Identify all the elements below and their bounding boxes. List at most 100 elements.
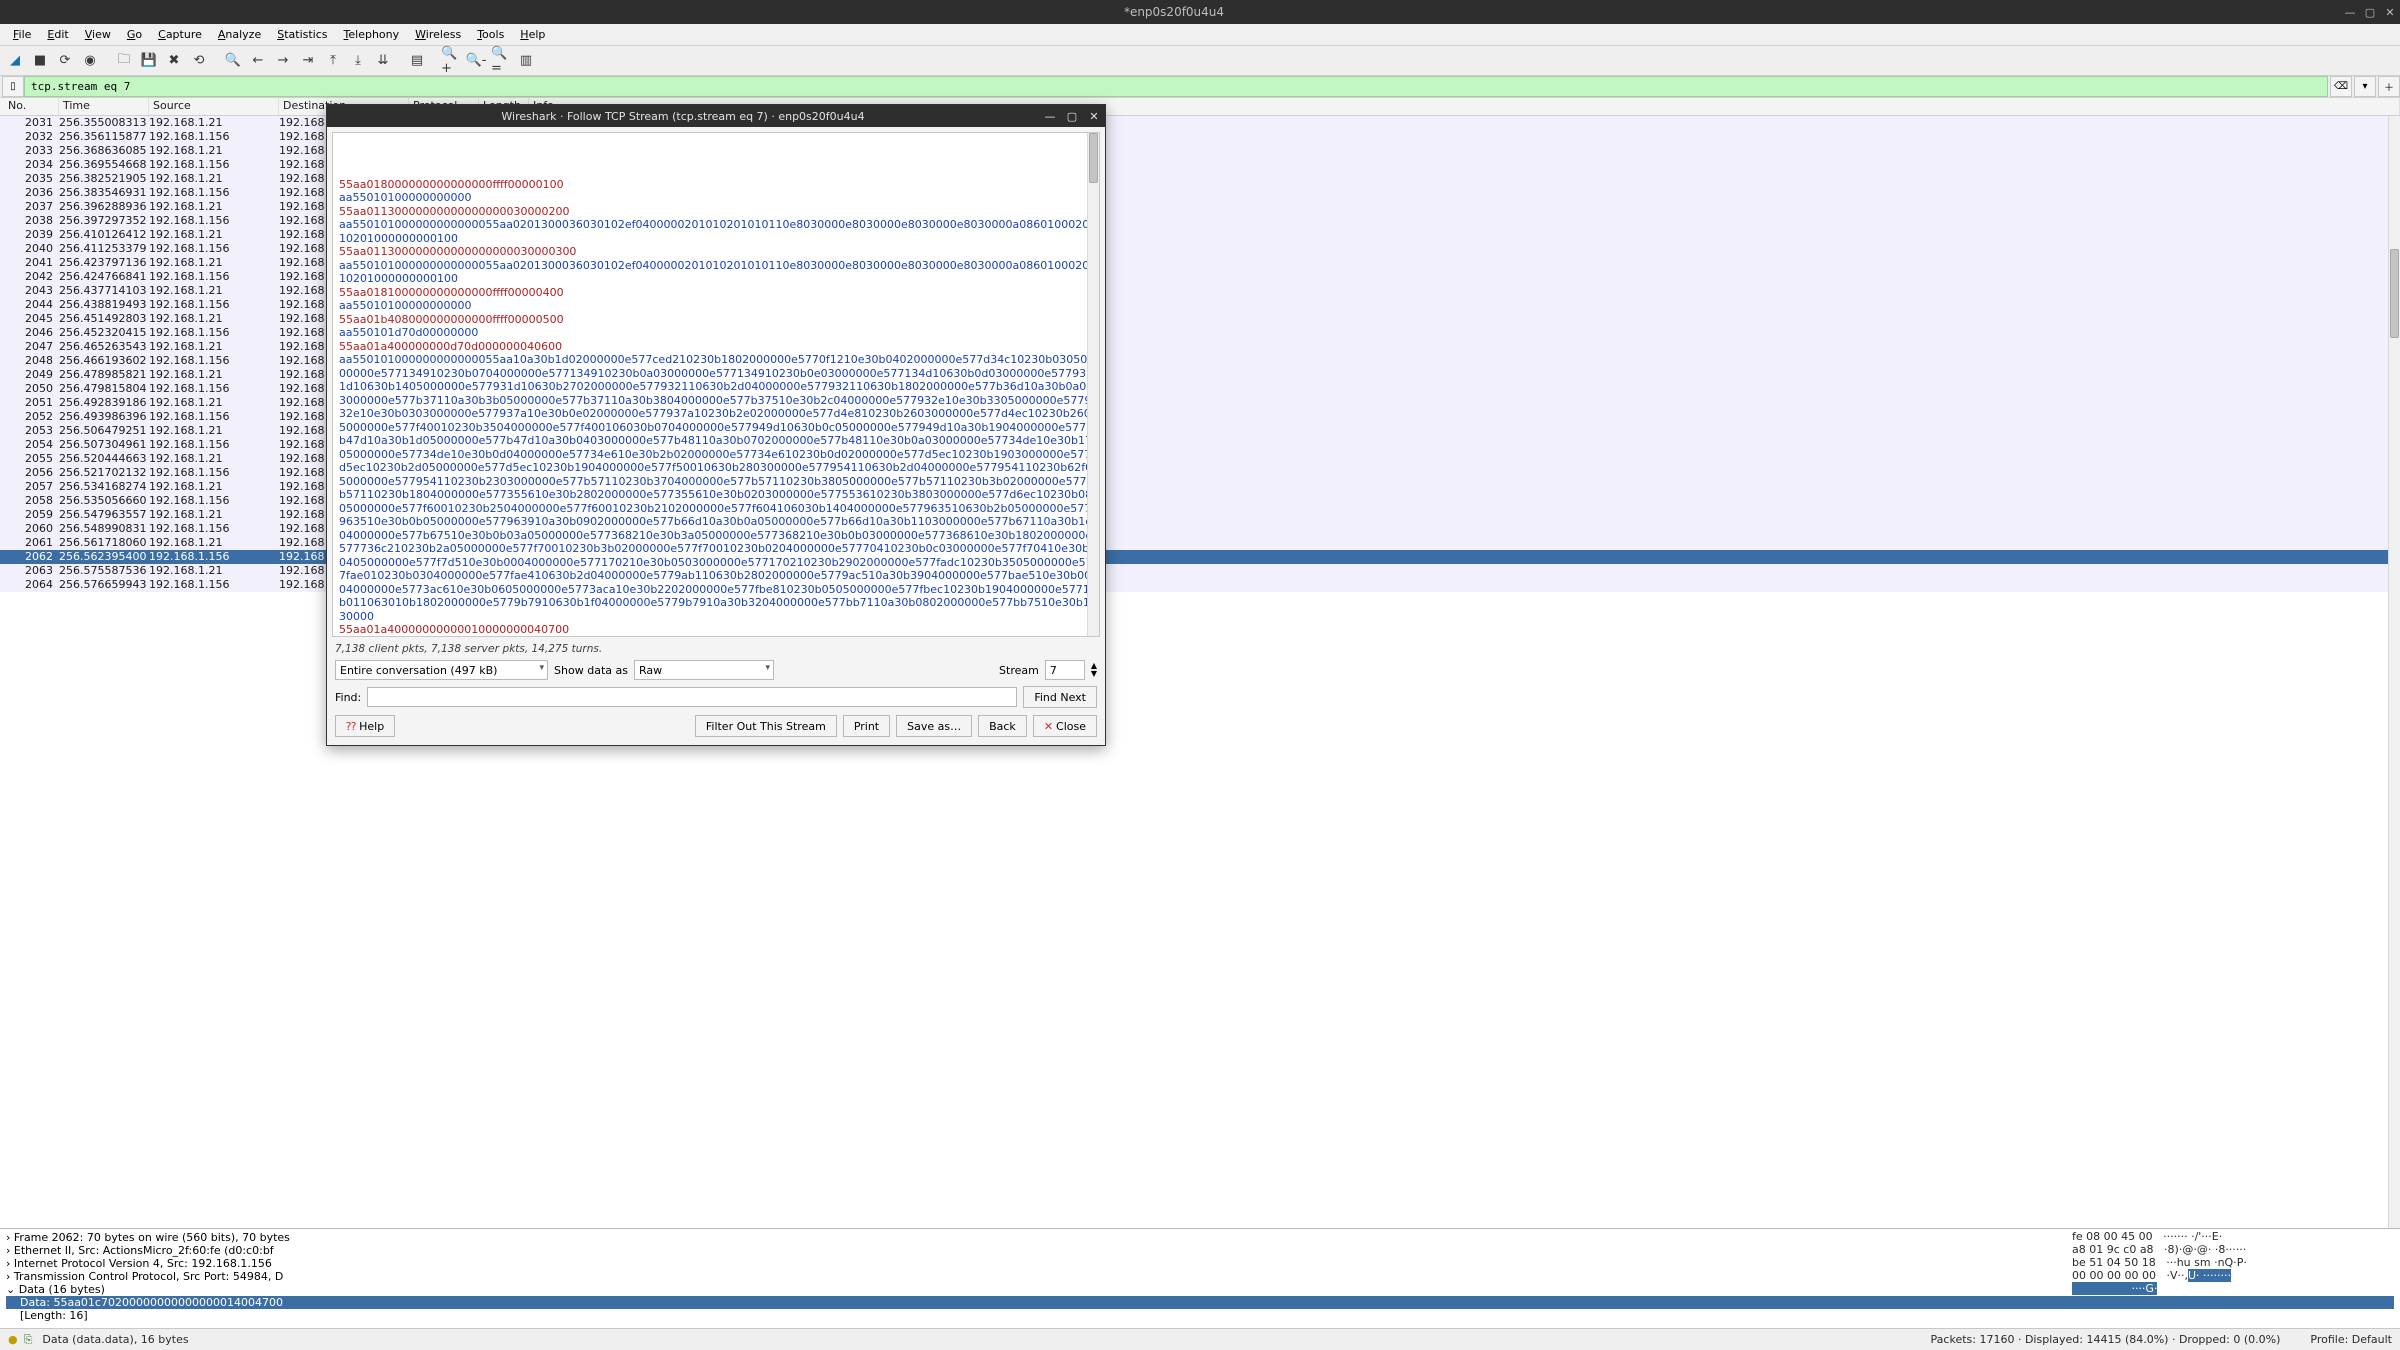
menu-file[interactable]: File (6, 26, 38, 43)
go-first-icon[interactable]: ⤒ (322, 50, 344, 72)
stream-line[interactable]: aa550101000000000000055aa020130003603010… (339, 259, 1093, 286)
status-profile[interactable]: Profile: Default (2310, 1333, 2392, 1346)
close-button[interactable]: ✕Close (1033, 715, 1097, 737)
find-packet-icon[interactable]: 🔍 (222, 50, 244, 72)
stream-stepper-icon[interactable]: ▲▼ (1091, 662, 1097, 678)
close-icon[interactable]: ✕ (2380, 6, 2400, 19)
stream-line[interactable]: 55aa011300000000000000000030000300 (339, 245, 1093, 259)
find-input[interactable] (367, 687, 1017, 707)
go-last-icon[interactable]: ⤓ (347, 50, 369, 72)
menu-help[interactable]: Help (513, 26, 552, 43)
stream-line[interactable]: aa55010100000000000 (339, 299, 1093, 313)
stream-content[interactable]: 55aa018000000000000000ffff00000100aa5501… (332, 132, 1100, 637)
menu-statistics[interactable]: Statistics (270, 26, 334, 43)
maximize-icon[interactable]: ▢ (2360, 6, 2380, 19)
dialog-minimize-icon[interactable]: — (1039, 110, 1061, 123)
open-file-icon[interactable]: 🗀 (113, 50, 135, 72)
menu-capture[interactable]: Capture (151, 26, 209, 43)
help-icon: ⁇ (346, 720, 356, 733)
stream-line[interactable]: 55aa018000000000000000ffff00000100 (339, 178, 1093, 192)
reload-icon[interactable]: ⟲ (188, 50, 210, 72)
stream-line[interactable]: 55aa01a400000000d70d000000040600 (339, 340, 1093, 354)
status-expert-icon[interactable]: ● (8, 1333, 18, 1346)
colorize-icon[interactable]: ▤ (406, 50, 428, 72)
window-titlebar: *enp0s20f0u4u4 — ▢ ✕ (0, 0, 2400, 24)
go-back-icon[interactable]: ← (247, 50, 269, 72)
resize-columns-icon[interactable]: ▥ (515, 50, 537, 72)
hex-line[interactable]: fe 08 00 45 00 ······· ·/'···E· (2072, 1230, 2392, 1243)
help-button[interactable]: ⁇Help (335, 715, 395, 737)
stop-capture-icon[interactable]: ■ (29, 50, 51, 72)
show-data-as-label: Show data as (554, 664, 628, 677)
stream-line[interactable]: aa550101000000000000055aa02000000e5773bc… (339, 637, 1093, 638)
menu-go[interactable]: Go (120, 26, 149, 43)
display-filter-input[interactable] (24, 76, 2328, 97)
col-source[interactable]: Source (149, 98, 279, 115)
tree-line[interactable]: ⌄ Data (16 bytes) (6, 1283, 2394, 1296)
menu-telephony[interactable]: Telephony (337, 26, 407, 43)
col-time[interactable]: Time (59, 98, 149, 115)
zoom-in-icon[interactable]: 🔍+ (440, 50, 462, 72)
minimize-icon[interactable]: — (2340, 6, 2360, 19)
menu-analyze[interactable]: Analyze (211, 26, 268, 43)
stream-line[interactable]: 55aa018100000000000000ffff00000400 (339, 286, 1093, 300)
stream-line[interactable]: 55aa01a40000000000010000000040700 (339, 623, 1093, 637)
tree-line[interactable]: › Frame 2062: 70 bytes on wire (560 bits… (6, 1231, 2394, 1244)
main-toolbar: ◢ ■ ⟳ ◉ 🗀 💾 ✖ ⟲ 🔍 ← → ⇥ ⤒ ⤓ ⇊ ▤ 🔍+ 🔍- 🔍=… (0, 46, 2400, 76)
col-no[interactable]: No. (4, 98, 59, 115)
filter-clear-icon[interactable]: ⌫ (2330, 76, 2352, 97)
filter-bookmark-icon[interactable]: ▯ (2, 76, 24, 97)
save-as-button[interactable]: Save as… (896, 715, 972, 737)
tree-line[interactable]: › Internet Protocol Version 4, Src: 192.… (6, 1257, 2394, 1270)
tree-line[interactable]: Data: 55aa01c70200000000000000014004700 (6, 1296, 2394, 1309)
dialog-close-icon[interactable]: ✕ (1083, 110, 1105, 123)
hex-line[interactable]: 00 00 00 00 00 ·V··,U· ········ (2072, 1269, 2392, 1282)
print-button[interactable]: Print (843, 715, 890, 737)
hex-line[interactable]: a8 01 9c c0 a8 ·8)·@·@· ·8······ (2072, 1243, 2392, 1256)
restart-capture-icon[interactable]: ⟳ (54, 50, 76, 72)
menu-edit[interactable]: Edit (40, 26, 75, 43)
conversation-selector[interactable]: ▾ (335, 660, 548, 680)
display-filter-bar: ▯ ⌫ ▾ ＋ (0, 76, 2400, 98)
menu-tools[interactable]: Tools (470, 26, 511, 43)
filter-add-icon[interactable]: ＋ (2378, 76, 2400, 97)
packet-details-pane[interactable]: › Frame 2062: 70 bytes on wire (560 bits… (0, 1228, 2400, 1328)
dialog-title: Wireshark · Follow TCP Stream (tcp.strea… (327, 110, 1039, 123)
zoom-reset-icon[interactable]: 🔍= (490, 50, 512, 72)
capture-options-icon[interactable]: ◉ (79, 50, 101, 72)
auto-scroll-icon[interactable]: ⇊ (372, 50, 394, 72)
zoom-out-icon[interactable]: 🔍- (465, 50, 487, 72)
tree-line[interactable]: [Length: 16] (6, 1309, 2394, 1322)
back-button[interactable]: Back (978, 715, 1027, 737)
tree-line[interactable]: › Transmission Control Protocol, Src Por… (6, 1270, 2394, 1283)
menu-wireless[interactable]: Wireless (408, 26, 468, 43)
shark-fin-icon[interactable]: ◢ (4, 50, 26, 72)
follow-stream-dialog: Wireshark · Follow TCP Stream (tcp.strea… (326, 104, 1106, 746)
dialog-maximize-icon[interactable]: ▢ (1061, 110, 1083, 123)
packet-bytes-pane[interactable]: fe 08 00 45 00 ······· ·/'···E·a8 01 9c … (2072, 1230, 2392, 1295)
stream-line[interactable]: 55aa01130000000000000000030000200 (339, 205, 1093, 219)
stream-number-input[interactable] (1045, 660, 1085, 680)
packet-list-scrollbar[interactable] (2388, 116, 2400, 1228)
stream-line[interactable]: aa550101000000000000055aa10a30b1d0200000… (339, 353, 1093, 623)
stream-line[interactable]: aa550101000000000000055aa020130003603010… (339, 218, 1093, 245)
stream-line[interactable]: aa55010100000000000 (339, 191, 1093, 205)
menu-view[interactable]: View (78, 26, 118, 43)
menu-bar: FileEditViewGoCaptureAnalyzeStatisticsTe… (0, 24, 2400, 46)
hex-line[interactable]: be 51 04 50 18 ···hu sm ·nQ·P· (2072, 1256, 2392, 1269)
filter-out-button[interactable]: Filter Out This Stream (695, 715, 837, 737)
stream-line[interactable]: 55aa01b408000000000000ffff00000500 (339, 313, 1093, 327)
filter-dropdown-icon[interactable]: ▾ (2354, 76, 2376, 97)
stream-content-scrollbar[interactable] (1087, 133, 1099, 636)
close-file-icon[interactable]: ✖ (163, 50, 185, 72)
status-bar: ● ⎘ Data (data.data), 16 bytes Packets: … (0, 1328, 2400, 1350)
save-icon[interactable]: 💾 (138, 50, 160, 72)
hex-line[interactable]: ····G· (2072, 1282, 2392, 1295)
tree-line[interactable]: › Ethernet II, Src: ActionsMicro_2f:60:f… (6, 1244, 2394, 1257)
find-next-button[interactable]: Find Next (1023, 686, 1097, 708)
status-capture-icon[interactable]: ⎘ (24, 1333, 33, 1347)
show-data-as-selector[interactable]: ▾ (634, 660, 774, 680)
stream-line[interactable]: aa550101d70d00000000 (339, 326, 1093, 340)
go-forward-icon[interactable]: → (272, 50, 294, 72)
go-to-packet-icon[interactable]: ⇥ (297, 50, 319, 72)
